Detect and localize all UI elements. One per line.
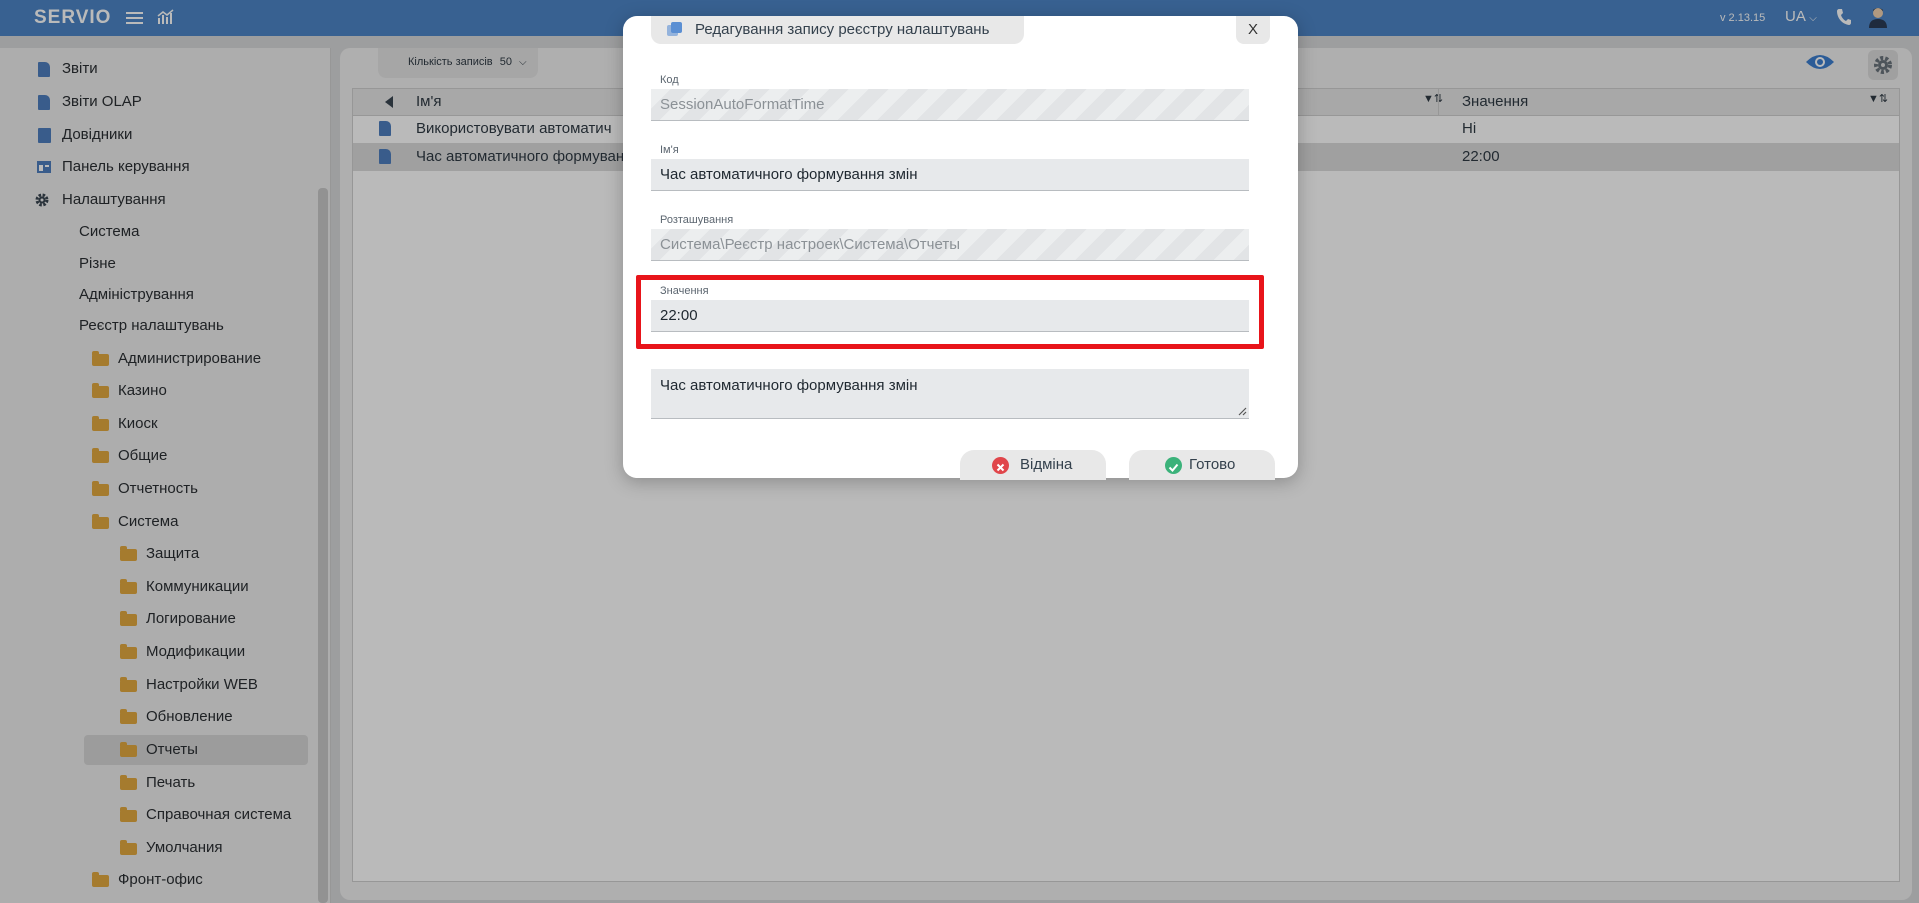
name-label: Ім'я <box>660 144 679 156</box>
copy-icon <box>667 22 683 38</box>
cancel-label: Відміна <box>1020 456 1073 473</box>
code-field: SessionAutoFormatTime <box>651 89 1249 121</box>
edit-registry-dialog: Редагування запису реєстру налаштувань X… <box>623 16 1298 480</box>
location-label: Розташування <box>660 214 734 226</box>
close-button[interactable]: X <box>1236 16 1270 44</box>
value-label: Значення <box>660 285 709 297</box>
cancel-icon <box>992 457 1009 474</box>
checkmark-icon <box>1165 457 1182 474</box>
value-field[interactable]: 22:00 <box>651 300 1249 332</box>
cancel-button[interactable]: Відміна <box>960 450 1106 480</box>
code-label: Код <box>660 74 679 86</box>
resize-grip-icon[interactable] <box>1237 406 1247 416</box>
ok-button[interactable]: Готово <box>1129 450 1275 480</box>
dialog-title-bar: Редагування запису реєстру налаштувань <box>651 16 1024 44</box>
name-field[interactable]: Час автоматичного формування змін <box>651 159 1249 191</box>
dialog-title: Редагування запису реєстру налаштувань <box>695 21 990 38</box>
description-text: Час автоматичного формування змін <box>660 377 918 394</box>
location-field: Система\Реєстр настроек\Система\Отчеты <box>651 229 1249 261</box>
ok-label: Готово <box>1189 456 1236 473</box>
description-textarea[interactable]: Час автоматичного формування змін <box>651 369 1249 419</box>
